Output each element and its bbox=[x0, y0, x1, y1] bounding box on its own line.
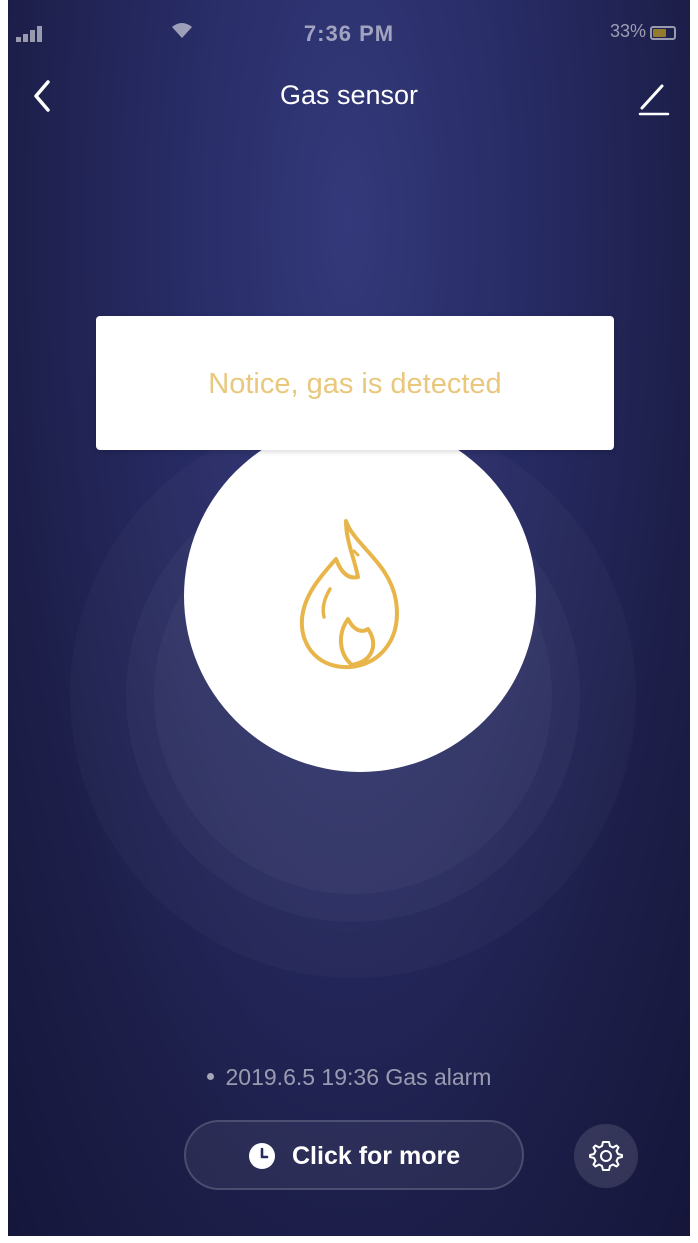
flame-icon bbox=[299, 519, 399, 670]
status-time: 7:36 PM bbox=[303, 21, 395, 46]
click-for-more-label: Click for more bbox=[292, 1142, 461, 1170]
edit-button[interactable] bbox=[632, 74, 676, 118]
clock-icon bbox=[249, 1143, 275, 1169]
battery-percent: 33% bbox=[609, 21, 646, 41]
nav-bar: Gas sensor bbox=[8, 66, 690, 126]
settings-button[interactable] bbox=[574, 1124, 638, 1188]
notice-popup: Notice, gas is detected bbox=[96, 316, 614, 450]
battery-level bbox=[653, 29, 667, 37]
status-bar: 7:36 PM 33% bbox=[8, 18, 690, 48]
bullet-dot bbox=[206, 1073, 214, 1081]
gas-sensor-screen: 7:36 PM 33% Gas sensor Notice, gas is de… bbox=[8, 0, 690, 1236]
page-title: Gas sensor bbox=[279, 80, 419, 110]
gear-icon bbox=[589, 1141, 623, 1171]
notice-text: Notice, gas is detected bbox=[208, 368, 502, 400]
battery-icon bbox=[650, 26, 676, 40]
click-for-more-button[interactable]: Click for more bbox=[184, 1120, 524, 1190]
latest-alarm-entry: 2019.6.5 19:36 Gas alarm bbox=[8, 1064, 690, 1091]
latest-alarm-text: 2019.6.5 19:36 Gas alarm bbox=[225, 1064, 492, 1090]
pencil-icon bbox=[638, 84, 670, 116]
